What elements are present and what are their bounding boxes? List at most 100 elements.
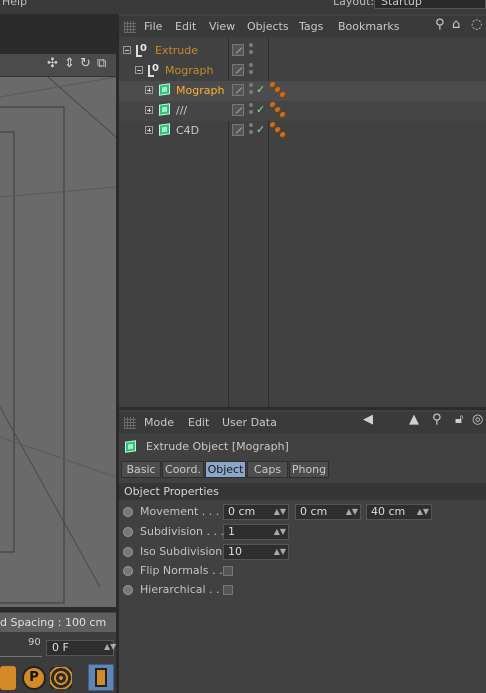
- object-name[interactable]: ///: [176, 104, 187, 117]
- spinner-icon[interactable]: ▲▼: [346, 505, 358, 519]
- expand-icon[interactable]: [145, 86, 153, 94]
- iso-subdivision-field[interactable]: 10 ▲▼: [223, 544, 289, 560]
- visibility-dots-icon[interactable]: [249, 43, 253, 57]
- material-tag-icon[interactable]: [270, 102, 286, 118]
- editor-visibility-toggle[interactable]: [232, 104, 244, 116]
- help-menu[interactable]: Help: [2, 0, 27, 8]
- movement-x-value: 0 cm: [228, 505, 256, 518]
- object-name[interactable]: C4D: [176, 124, 199, 137]
- spinner-icon[interactable]: ▲▼: [274, 545, 286, 559]
- enabled-check-icon[interactable]: ✓: [256, 103, 265, 116]
- panel-grip-icon[interactable]: [124, 417, 136, 429]
- enabled-check-icon[interactable]: ✓: [256, 83, 265, 96]
- attribute-title: Extrude Object [Mograph]: [146, 440, 289, 453]
- zoom-view-icon[interactable]: ⇕: [64, 56, 75, 71]
- menu-tags[interactable]: Tags: [299, 20, 323, 33]
- toggle-view-icon[interactable]: ⧉: [97, 56, 106, 71]
- editor-visibility-toggle[interactable]: [232, 64, 244, 76]
- menu-file[interactable]: File: [144, 20, 162, 33]
- filmstrip-button[interactable]: [88, 664, 114, 691]
- move-view-icon[interactable]: ✣: [47, 56, 58, 71]
- mograph-text-icon: [159, 83, 170, 96]
- hierarchical-label: Hierarchical . . .: [140, 583, 227, 596]
- animate-subdivision-radio[interactable]: [123, 527, 133, 537]
- animate-movement-radio[interactable]: [123, 507, 133, 517]
- collapse-icon[interactable]: [123, 46, 131, 54]
- object-row-slashes[interactable]: /// ✓: [119, 101, 486, 121]
- frame-marker: 90: [28, 637, 41, 648]
- null-icon: 0: [136, 43, 147, 57]
- up-arrow-icon[interactable]: ▲: [409, 412, 419, 427]
- flip-normals-checkbox[interactable]: [223, 566, 233, 576]
- subdivision-field[interactable]: 1 ▲▼: [223, 524, 289, 540]
- search-icon[interactable]: ⚲: [432, 412, 442, 427]
- menu-mode[interactable]: Mode: [144, 416, 174, 429]
- mograph-text-icon: [159, 123, 170, 136]
- section-title: Object Properties: [124, 485, 219, 498]
- spinner-icon[interactable]: ▲▼: [274, 505, 286, 519]
- menu-bookmarks[interactable]: Bookmarks: [338, 20, 399, 33]
- object-name[interactable]: Mograph: [165, 64, 213, 77]
- tab-coord[interactable]: Coord.: [162, 461, 204, 478]
- visibility-dots-icon[interactable]: [249, 83, 253, 97]
- tab-phong[interactable]: Phong: [289, 461, 329, 478]
- material-tag-icon[interactable]: [270, 122, 286, 138]
- spinner-icon[interactable]: ▲▼: [274, 525, 286, 539]
- menu-edit[interactable]: Edit: [175, 20, 196, 33]
- object-row-c4d[interactable]: C4D ✓: [119, 121, 486, 141]
- movement-x-field[interactable]: 0 cm ▲▼: [223, 504, 289, 520]
- object-name[interactable]: Mograph: [176, 84, 224, 97]
- tab-object[interactable]: Object: [205, 461, 246, 478]
- iso-subdivision-value: 10: [228, 545, 242, 558]
- menu-edit[interactable]: Edit: [188, 416, 209, 429]
- collapse-icon[interactable]: [135, 66, 143, 74]
- keyframe-dots-icon[interactable]: [50, 667, 72, 689]
- editor-visibility-toggle[interactable]: [232, 44, 244, 56]
- movement-z-field[interactable]: 40 cm ▲▼: [366, 504, 432, 520]
- flip-normals-label: Flip Normals . .: [140, 564, 223, 577]
- animate-iso-subdivision-radio[interactable]: [123, 547, 133, 557]
- material-tag-icon[interactable]: [270, 82, 286, 98]
- record-position-icon[interactable]: P: [22, 666, 46, 690]
- tab-caps[interactable]: Caps: [247, 461, 288, 478]
- visibility-dots-icon[interactable]: [249, 63, 253, 77]
- object-row-mograph-null[interactable]: 0 Mograph: [119, 61, 486, 81]
- back-arrow-icon[interactable]: ◀: [363, 412, 373, 427]
- menu-view[interactable]: View: [209, 20, 235, 33]
- hierarchical-checkbox[interactable]: [223, 585, 233, 595]
- visibility-dots-icon[interactable]: [249, 123, 253, 137]
- null-icon: 0: [148, 63, 159, 77]
- home-icon[interactable]: ⌂: [452, 17, 460, 32]
- expand-icon[interactable]: [145, 106, 153, 114]
- panel-grip-icon[interactable]: [124, 21, 136, 33]
- attribute-manager-menubar: Mode Edit User Data ◀ ▲ ⚲ 🔓︎ ◎: [119, 412, 486, 433]
- object-name[interactable]: Extrude: [155, 44, 198, 57]
- film-icon: [95, 668, 107, 687]
- object-row-extrude[interactable]: 0 Extrude: [119, 41, 486, 61]
- viewport-status-bar: d Spacing : 100 cm: [0, 612, 116, 632]
- animate-hierarchical-radio[interactable]: [123, 585, 133, 595]
- visibility-dots-icon[interactable]: [249, 103, 253, 117]
- lock-icon[interactable]: 🔓︎: [455, 412, 463, 427]
- rotate-view-icon[interactable]: ↻: [80, 56, 91, 71]
- autokey-button[interactable]: [0, 666, 16, 690]
- frame-spinner-icon[interactable]: ▲▼: [104, 642, 116, 651]
- expand-icon[interactable]: [145, 126, 153, 134]
- tab-basic[interactable]: Basic: [121, 461, 161, 478]
- spinner-icon[interactable]: ▲▼: [417, 505, 429, 519]
- subdivision-label: Subdivision . . .: [140, 525, 225, 538]
- search-icon[interactable]: ⚲: [435, 17, 445, 32]
- editor-visibility-toggle[interactable]: [232, 84, 244, 96]
- object-row-mograph-text[interactable]: Mograph ✓: [119, 81, 486, 101]
- settings-icon[interactable]: ◌: [471, 17, 482, 32]
- menu-objects[interactable]: Objects: [247, 20, 289, 33]
- grid-spacing-text: d Spacing : 100 cm: [0, 616, 107, 629]
- animate-flip-normals-radio[interactable]: [123, 566, 133, 576]
- layout-dropdown[interactable]: Startup: [374, 0, 486, 9]
- enabled-check-icon[interactable]: ✓: [256, 123, 265, 136]
- editor-visibility-toggle[interactable]: [232, 124, 244, 136]
- menu-user-data[interactable]: User Data: [222, 416, 277, 429]
- movement-y-field[interactable]: 0 cm ▲▼: [295, 504, 361, 520]
- target-icon[interactable]: ◎: [472, 412, 483, 427]
- 3d-viewport[interactable]: [0, 77, 116, 607]
